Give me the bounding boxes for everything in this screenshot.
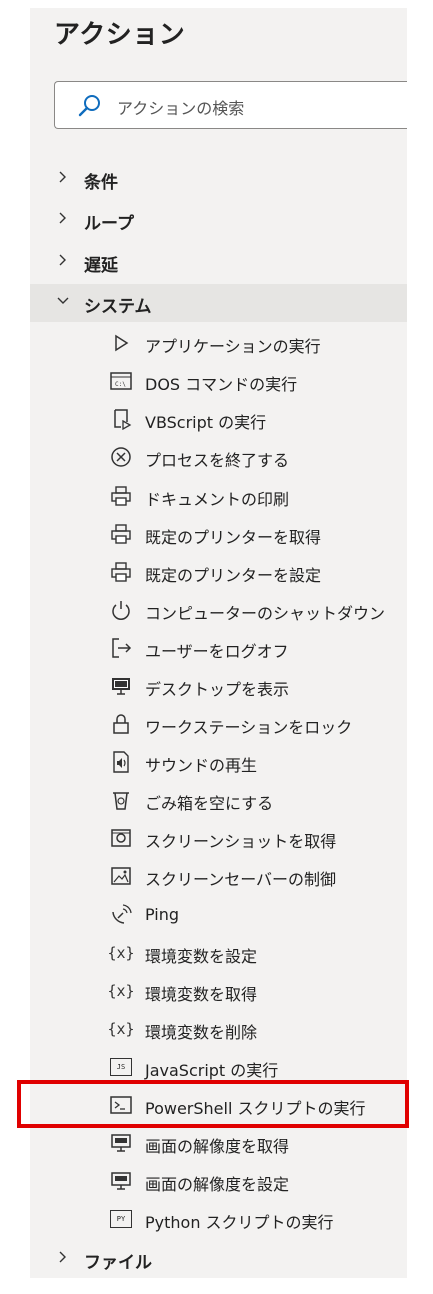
- action-label: Python スクリプトの実行: [145, 1213, 334, 1232]
- action-run-vbscript[interactable]: VBScript の実行: [30, 400, 407, 438]
- action-ping[interactable]: Ping: [30, 896, 407, 934]
- action-label: デスクトップを表示: [145, 680, 290, 699]
- printer-icon: [110, 523, 132, 545]
- action-label: 既定のプリンターを設定: [145, 566, 322, 585]
- action-label: JavaScript の実行: [145, 1061, 279, 1080]
- play-icon: [110, 332, 132, 354]
- action-label: アプリケーションの実行: [145, 337, 321, 356]
- action-log-off-user[interactable]: ユーザーをログオフ: [30, 629, 407, 667]
- action-label: 画面の解像度を取得: [145, 1137, 290, 1156]
- printer-icon: [110, 561, 132, 583]
- action-set-screen-resolution[interactable]: 画面の解像度を設定: [30, 1162, 407, 1200]
- action-set-environment-variable[interactable]: {x} 環境変数を設定: [30, 934, 407, 972]
- audio-file-icon: [110, 751, 132, 773]
- js-file-icon: JS: [110, 1058, 132, 1076]
- category-label: システム: [84, 297, 152, 317]
- category-loops[interactable]: ループ: [30, 201, 407, 239]
- search-placeholder: アクションの検索: [117, 99, 245, 118]
- action-get-default-printer[interactable]: 既定のプリンターを取得: [30, 515, 407, 553]
- action-empty-recycle-bin[interactable]: ごみ箱を空にする: [30, 781, 407, 819]
- action-label: DOS コマンドの実行: [145, 375, 298, 394]
- cmd-window-icon: C:\: [110, 370, 132, 392]
- close-circle-icon: [110, 446, 132, 468]
- sign-out-icon: [110, 637, 132, 659]
- variable-icon: {x}: [107, 944, 135, 962]
- lock-icon: [110, 713, 132, 735]
- action-run-dos-command[interactable]: C:\ DOS コマンドの実行: [30, 362, 407, 400]
- action-label: 環境変数を設定: [145, 947, 258, 966]
- action-label: ドキュメントの印刷: [145, 490, 290, 509]
- chevron-right-icon: [59, 171, 66, 183]
- category-label: 遅延: [84, 256, 118, 276]
- action-show-desktop[interactable]: デスクトップを表示: [30, 667, 407, 705]
- keyboard-monitor-icon: [110, 1132, 132, 1154]
- svg-text:C:\: C:\: [115, 381, 126, 388]
- picture-icon: [110, 865, 132, 887]
- action-set-default-printer[interactable]: 既定のプリンターを設定: [30, 553, 407, 591]
- action-label: ユーザーをログオフ: [145, 642, 289, 661]
- action-lock-workstation[interactable]: ワークステーションをロック: [30, 705, 407, 743]
- printer-icon: [110, 485, 132, 507]
- action-label: 画面の解像度を設定: [145, 1175, 290, 1194]
- category-conditions[interactable]: 条件: [30, 160, 407, 198]
- satellite-icon: [110, 904, 132, 926]
- search-icon: [78, 95, 100, 117]
- action-get-screen-resolution[interactable]: 画面の解像度を取得: [30, 1124, 407, 1162]
- action-label: VBScript の実行: [145, 413, 267, 432]
- action-get-environment-variable[interactable]: {x} 環境変数を取得: [30, 972, 407, 1010]
- chevron-down-icon: [57, 297, 69, 304]
- power-icon: [110, 599, 132, 621]
- action-delete-environment-variable[interactable]: {x} 環境変数を削除: [30, 1010, 407, 1048]
- action-take-screenshot[interactable]: スクリーンショットを取得: [30, 819, 407, 857]
- chevron-right-icon: [59, 212, 66, 224]
- action-label: Ping: [145, 905, 180, 924]
- action-terminate-process[interactable]: プロセスを終了する: [30, 438, 407, 476]
- category-label: 条件: [84, 173, 118, 193]
- action-control-screensaver[interactable]: スクリーンセーバーの制御: [30, 857, 407, 895]
- panel-title: アクション: [54, 20, 186, 50]
- action-run-python-script[interactable]: PY Python スクリプトの実行: [30, 1200, 407, 1238]
- highlight-box: [17, 1080, 409, 1128]
- category-delay[interactable]: 遅延: [30, 243, 407, 281]
- action-run-application[interactable]: アプリケーションの実行: [30, 324, 407, 362]
- search-box[interactable]: アクションの検索: [54, 81, 407, 129]
- action-label: 環境変数を削除: [145, 1023, 258, 1042]
- chevron-right-icon: [59, 254, 66, 266]
- camera-icon: [110, 827, 132, 849]
- python-file-icon: PY: [110, 1210, 132, 1228]
- variable-icon: {x}: [107, 1020, 135, 1038]
- action-label: 既定のプリンターを取得: [145, 528, 322, 547]
- action-label: サウンドの再生: [145, 756, 258, 775]
- action-print-document[interactable]: ドキュメントの印刷: [30, 477, 407, 515]
- variable-icon: {x}: [107, 982, 135, 1000]
- action-play-sound[interactable]: サウンドの再生: [30, 743, 407, 781]
- monitor-icon: [110, 675, 132, 697]
- action-shutdown-computer[interactable]: コンピューターのシャットダウン: [30, 591, 407, 629]
- action-label: 環境変数を取得: [145, 985, 258, 1004]
- category-label: ファイル: [84, 1253, 152, 1273]
- action-label: スクリーンセーバーの制御: [145, 870, 337, 889]
- action-label: ワークステーションをロック: [145, 718, 353, 737]
- category-file[interactable]: ファイル: [30, 1240, 407, 1278]
- recycle-bin-icon: [110, 789, 132, 811]
- chevron-right-icon: [59, 1251, 66, 1263]
- keyboard-monitor-icon: [110, 1170, 132, 1192]
- script-icon: [110, 408, 132, 430]
- category-label: ループ: [84, 214, 134, 234]
- action-label: コンピューターのシャットダウン: [145, 604, 386, 623]
- category-system[interactable]: システム: [30, 284, 407, 322]
- action-label: ごみ箱を空にする: [145, 794, 274, 813]
- action-label: スクリーンショットを取得: [145, 832, 337, 851]
- action-label: プロセスを終了する: [145, 451, 290, 470]
